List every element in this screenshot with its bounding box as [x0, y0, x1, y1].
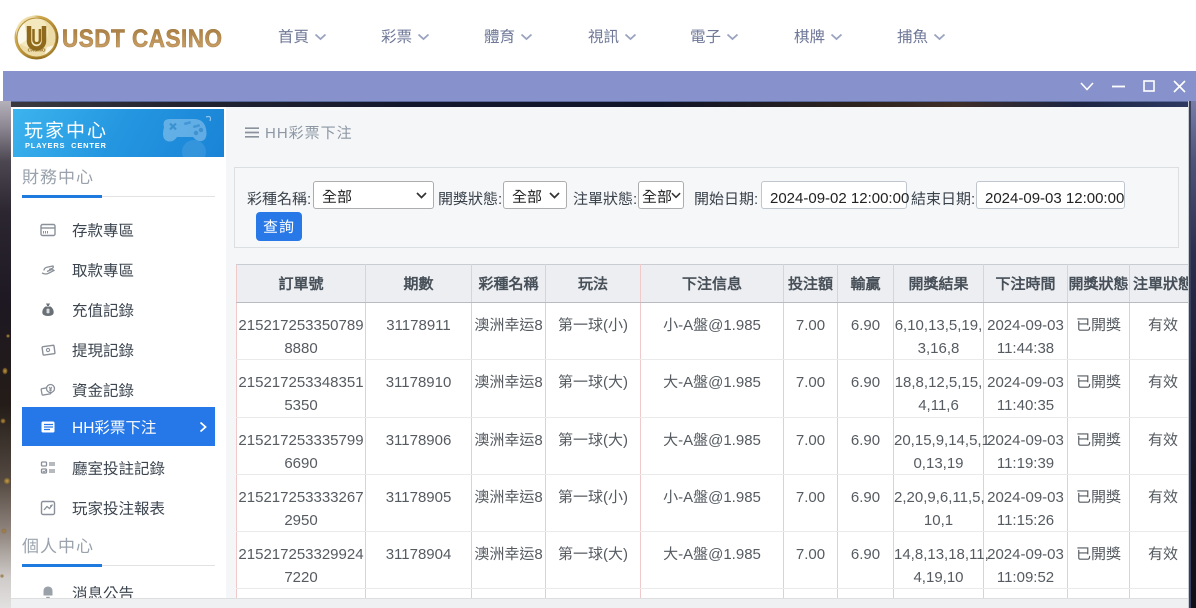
svg-text:CASINO: CASINO: [28, 48, 46, 54]
